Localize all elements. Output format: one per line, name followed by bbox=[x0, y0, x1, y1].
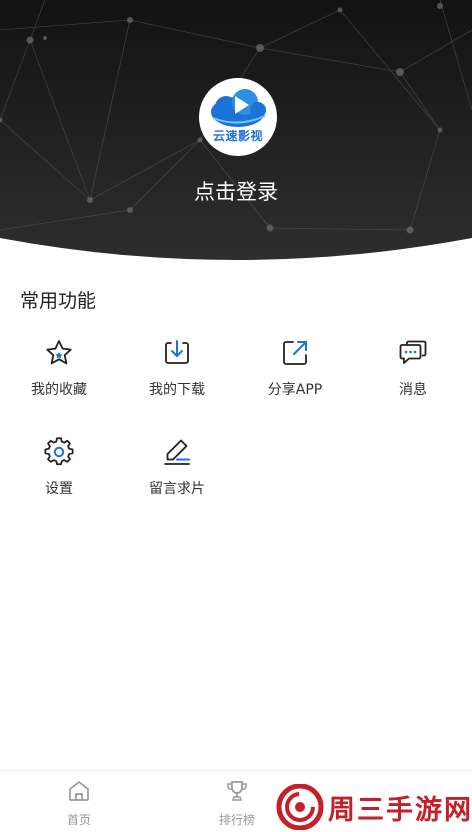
app-logo[interactable]: 云速影视 bbox=[199, 78, 277, 156]
gear-icon bbox=[44, 437, 74, 466]
share-icon bbox=[283, 341, 307, 365]
download-icon bbox=[165, 340, 189, 364]
request-movie-button[interactable]: 留言求片 bbox=[118, 437, 236, 527]
edit-icon bbox=[164, 439, 190, 465]
share-app-label: 分享APP bbox=[267, 382, 323, 398]
watermark: 周三手游网 bbox=[276, 784, 472, 832]
watermark-swirl-icon bbox=[276, 784, 324, 830]
login-link[interactable]: 点击登录 bbox=[0, 176, 472, 206]
tab-home[interactable]: 首页 bbox=[20, 771, 138, 832]
favorites-label: 我的收藏 bbox=[31, 382, 87, 398]
watermark-text: 周三手游网 bbox=[328, 795, 472, 826]
trophy-icon bbox=[227, 781, 247, 801]
profile-header: 云速影视 点击登录 bbox=[0, 0, 472, 262]
downloads-button[interactable]: 我的下载 bbox=[118, 338, 236, 428]
message-icon bbox=[399, 340, 427, 364]
share-app-button[interactable]: 分享APP bbox=[236, 338, 354, 428]
downloads-label: 我的下载 bbox=[149, 382, 205, 398]
favorites-button[interactable]: 我的收藏 bbox=[0, 338, 118, 428]
settings-label: 设置 bbox=[45, 481, 73, 497]
request-movie-label: 留言求片 bbox=[149, 481, 205, 497]
section-title: 常用功能 bbox=[20, 290, 97, 312]
tab-home-label: 首页 bbox=[66, 813, 91, 827]
settings-button[interactable]: 设置 bbox=[0, 437, 118, 527]
star-icon bbox=[46, 340, 72, 365]
home-icon bbox=[69, 781, 89, 801]
messages-button[interactable]: 消息 bbox=[354, 338, 472, 428]
logo-text: 云速影视 bbox=[212, 129, 263, 143]
messages-label: 消息 bbox=[399, 382, 427, 398]
cloud-play-icon bbox=[211, 89, 266, 127]
